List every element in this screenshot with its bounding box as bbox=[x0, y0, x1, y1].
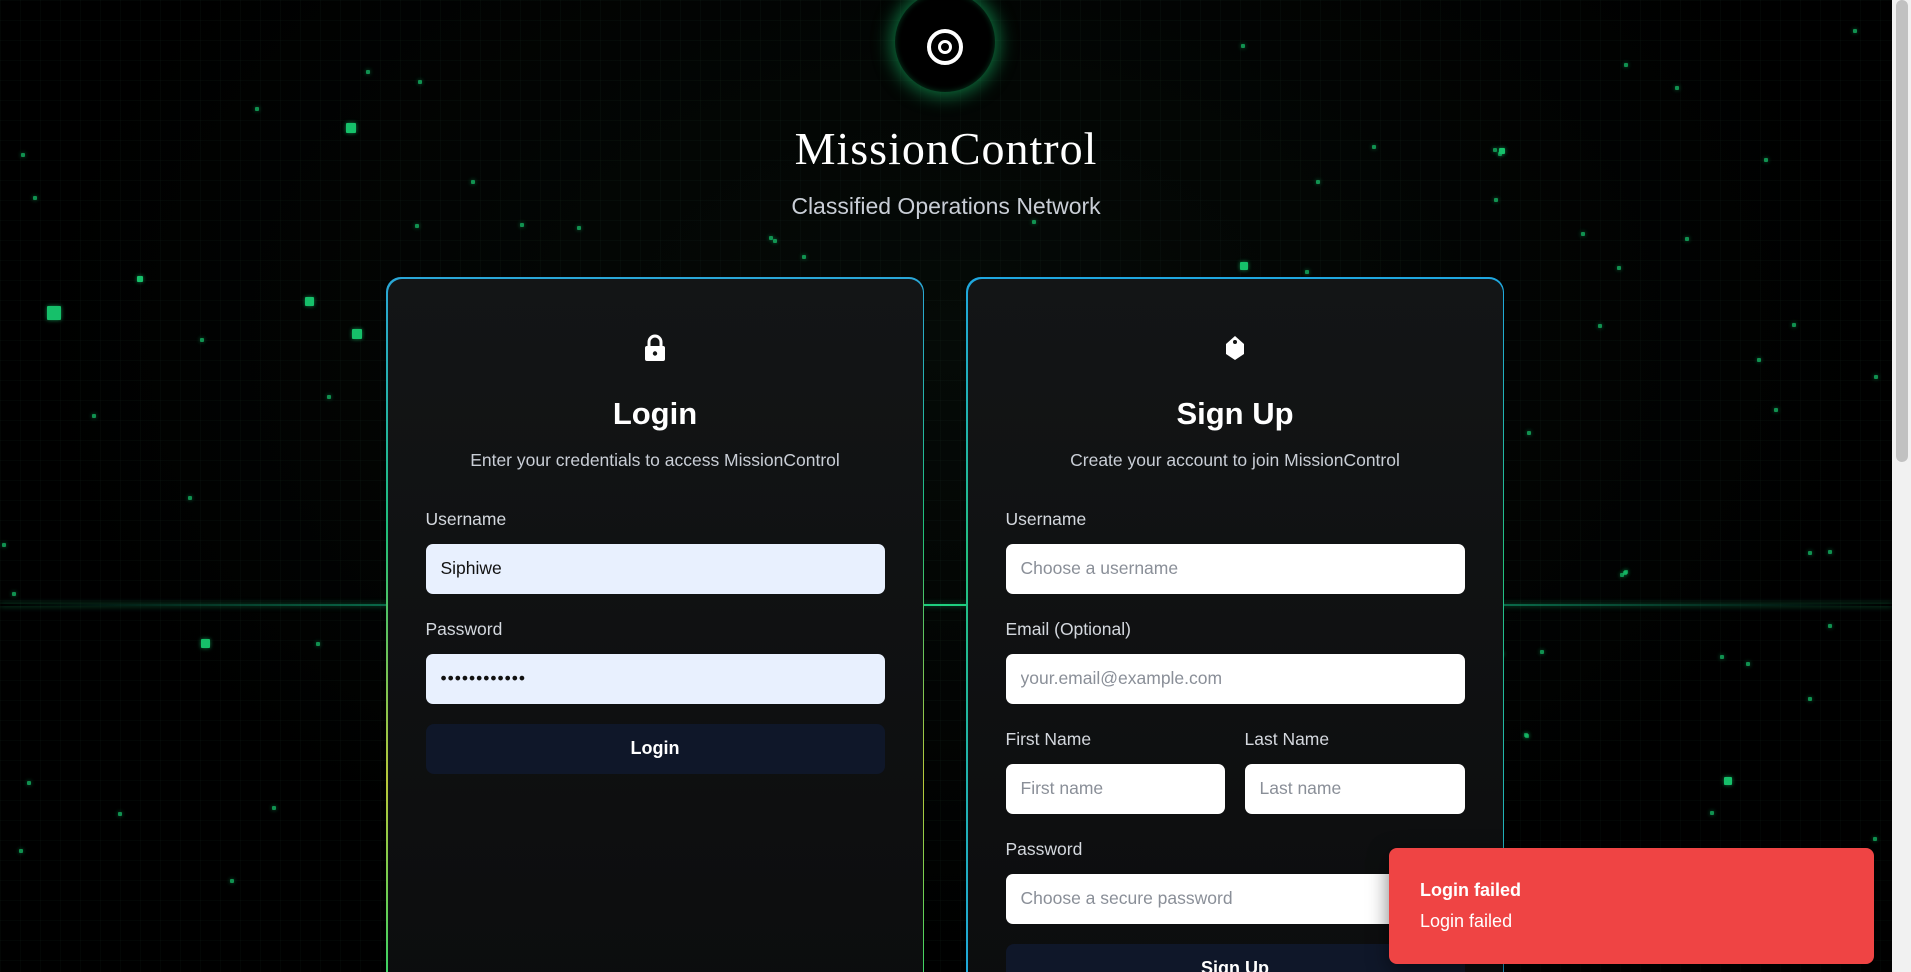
star bbox=[1316, 180, 1320, 184]
star bbox=[1241, 44, 1245, 48]
login-card: Login Enter your credentials to access M… bbox=[386, 277, 924, 972]
star bbox=[1240, 262, 1248, 270]
login-description: Enter your credentials to access Mission… bbox=[470, 449, 840, 470]
star bbox=[272, 806, 276, 810]
star bbox=[118, 812, 122, 816]
star bbox=[1873, 837, 1877, 841]
page: MissionControl Classified Operations Net… bbox=[0, 0, 1911, 972]
star bbox=[415, 224, 419, 228]
star bbox=[1527, 431, 1531, 435]
star bbox=[773, 239, 777, 243]
star bbox=[188, 496, 192, 500]
star bbox=[12, 592, 16, 596]
star bbox=[1685, 237, 1689, 241]
star bbox=[1624, 570, 1628, 574]
star bbox=[305, 297, 314, 306]
toast-title: Login failed bbox=[1420, 880, 1521, 900]
star bbox=[471, 180, 475, 184]
signup-username-label: Username bbox=[1005, 508, 1087, 529]
login-title: Login bbox=[612, 395, 698, 431]
star bbox=[47, 306, 61, 320]
star bbox=[27, 781, 31, 785]
first-name-input[interactable] bbox=[1005, 763, 1225, 814]
star bbox=[1617, 266, 1621, 270]
signup-email-label: Email (Optional) bbox=[1005, 618, 1131, 639]
star bbox=[255, 107, 259, 111]
star bbox=[1853, 29, 1857, 33]
star bbox=[327, 395, 331, 399]
star bbox=[1724, 777, 1732, 785]
app-title: MissionControl bbox=[794, 123, 1098, 174]
tag-icon bbox=[968, 334, 1503, 364]
star bbox=[1808, 697, 1812, 701]
star bbox=[1720, 655, 1724, 659]
star bbox=[1581, 232, 1585, 236]
star bbox=[92, 414, 96, 418]
star bbox=[316, 642, 320, 646]
star bbox=[19, 849, 23, 853]
error-toast[interactable]: Login failed Login failed bbox=[1389, 848, 1874, 964]
star bbox=[1525, 734, 1529, 738]
star bbox=[1598, 324, 1602, 328]
star bbox=[520, 223, 524, 227]
first-name-label: First Name bbox=[1005, 728, 1092, 749]
star bbox=[802, 255, 806, 259]
star bbox=[1746, 662, 1750, 666]
last-name-label: Last Name bbox=[1244, 728, 1330, 749]
last-name-input[interactable] bbox=[1244, 763, 1465, 814]
star bbox=[1540, 650, 1544, 654]
star bbox=[1710, 811, 1714, 815]
star bbox=[1874, 375, 1878, 379]
star bbox=[201, 639, 210, 648]
signup-description: Create your account to join MissionContr… bbox=[1070, 449, 1400, 470]
star bbox=[1624, 63, 1628, 67]
star bbox=[1828, 550, 1832, 554]
login-password-input[interactable] bbox=[425, 653, 885, 704]
star bbox=[1032, 220, 1036, 224]
signup-username-input[interactable] bbox=[1005, 543, 1465, 594]
target-icon bbox=[927, 29, 963, 65]
login-username-input[interactable] bbox=[425, 543, 885, 594]
star bbox=[352, 329, 362, 339]
star bbox=[1828, 624, 1832, 628]
star bbox=[230, 879, 234, 883]
login-button[interactable]: Login bbox=[425, 723, 885, 774]
star bbox=[1792, 323, 1796, 327]
star bbox=[137, 276, 143, 282]
star bbox=[577, 226, 581, 230]
star bbox=[1675, 86, 1679, 90]
scrollbar[interactable] bbox=[1892, 0, 1911, 972]
lock-icon bbox=[388, 334, 923, 364]
login-password-label: Password bbox=[425, 618, 503, 639]
toast-message: Login failed bbox=[1420, 911, 1513, 931]
signup-email-input[interactable] bbox=[1005, 653, 1465, 704]
star bbox=[1808, 551, 1812, 555]
star bbox=[1774, 408, 1778, 412]
star bbox=[1305, 270, 1309, 274]
horizon-line bbox=[0, 604, 1892, 606]
scrollbar-thumb[interactable] bbox=[1896, 0, 1908, 462]
star bbox=[1757, 358, 1761, 362]
star bbox=[1620, 573, 1624, 577]
login-username-label: Username bbox=[425, 508, 507, 529]
signup-title: Sign Up bbox=[1176, 395, 1294, 431]
star bbox=[2, 543, 6, 547]
app-subtitle: Classified Operations Network bbox=[791, 193, 1101, 219]
star bbox=[418, 80, 422, 84]
signup-password-label: Password bbox=[1005, 838, 1083, 859]
star bbox=[366, 70, 370, 74]
star bbox=[200, 338, 204, 342]
